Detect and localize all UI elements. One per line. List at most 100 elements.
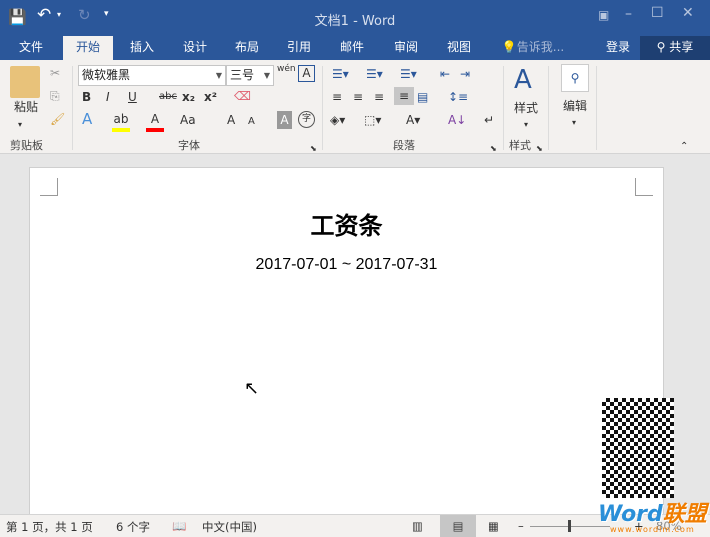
phonetic-guide-button[interactable]: wén [277, 64, 296, 74]
align-right-icon[interactable]: ≡ [374, 88, 384, 106]
tab-review[interactable]: 审阅 [384, 36, 428, 60]
justify-icon[interactable]: ≡ [394, 87, 414, 105]
zoom-slider-thumb[interactable] [568, 520, 571, 532]
text-direction-icon[interactable]: A▾ [406, 111, 420, 129]
tell-me-text: 告诉我... [516, 40, 565, 54]
paragraph-dialog-launcher-icon[interactable]: ⬊ [490, 140, 497, 158]
shrink-font-button[interactable]: A [248, 113, 255, 131]
highlight-color-button[interactable]: ab [112, 110, 130, 132]
copy-icon[interactable]: ⎘ [50, 87, 60, 105]
styles-icon[interactable]: A [514, 65, 532, 95]
font-name-combo[interactable]: 微软雅黑 ▼ [78, 65, 226, 86]
share-label: 共享 [669, 40, 694, 54]
share-button[interactable]: ⚲ 共享 [640, 36, 710, 60]
editing-button[interactable]: 编辑 [563, 97, 587, 115]
maximize-icon[interactable]: ☐ [651, 5, 664, 21]
divider [596, 66, 597, 150]
ribbon-tabs: 文件 开始 插入 设计 布局 引用 邮件 审阅 视图 💡告诉我... 登录 ⚲ … [0, 36, 710, 60]
font-size-combo[interactable]: 三号 ▼ [226, 65, 274, 86]
italic-button[interactable]: I [106, 88, 110, 106]
align-center-icon[interactable]: ≡ [353, 88, 363, 106]
document-date-range: 2017-07-01 ~ 2017-07-31 [255, 256, 438, 273]
title-bar: 💾 ↶ ▾ ↻ ▾ 文档1 - Word ▣ – ☐ ✕ [0, 0, 710, 36]
divider [322, 66, 323, 150]
sign-in-link[interactable]: 登录 [598, 36, 638, 60]
margin-mark [40, 178, 58, 196]
paste-button[interactable]: 粘贴 [10, 98, 42, 116]
show-marks-icon[interactable]: ↵ [484, 111, 494, 129]
cut-icon[interactable]: ✂ [50, 64, 60, 82]
sort-icon[interactable]: A↓ [448, 111, 466, 129]
tab-references[interactable]: 引用 [277, 36, 321, 60]
font-dialog-launcher-icon[interactable]: ⬊ [310, 140, 317, 158]
margin-mark [635, 178, 653, 196]
tab-home[interactable]: 开始 [63, 36, 113, 60]
collapse-ribbon-icon[interactable]: ⌃ [680, 138, 688, 156]
paragraph-group-label: 段落 [393, 139, 415, 152]
tab-file[interactable]: 文件 [8, 36, 54, 60]
ribbon-display-icon[interactable]: ▣ [598, 8, 609, 22]
borders-icon[interactable]: ⬚▾ [364, 111, 381, 129]
clipboard-icon[interactable] [10, 66, 40, 98]
editing-dropdown-icon[interactable]: ▾ [572, 114, 576, 132]
document-page[interactable]: 工资条 2017-07-01 ~ 2017-07-31 ↖ [29, 167, 674, 517]
paste-dropdown-icon[interactable]: ▾ [18, 116, 22, 134]
font-name-value: 微软雅黑 [82, 68, 131, 82]
chevron-down-icon[interactable]: ▼ [264, 66, 270, 85]
minimize-icon[interactable]: – [625, 6, 632, 22]
chevron-down-icon[interactable]: ▼ [216, 66, 222, 85]
styles-dropdown-icon[interactable]: ▾ [524, 116, 528, 134]
format-painter-icon[interactable]: 🖌 [50, 110, 65, 128]
zoom-out-icon[interactable]: – [518, 519, 524, 533]
enclose-characters-button[interactable]: 字 [298, 111, 315, 128]
ribbon: 粘贴 ▾ ✂ ⎘ 🖌 剪贴板 微软雅黑 ▼ 三号 ▼ wén A B I U abc… [0, 60, 710, 154]
multilevel-list-icon[interactable]: ☰▾ [400, 65, 417, 83]
increase-indent-icon[interactable]: ⇥ [460, 65, 470, 83]
line-spacing-icon[interactable]: ↕≡ [448, 88, 468, 106]
subscript-button[interactable]: x₂ [182, 88, 195, 106]
font-color-button[interactable]: A [146, 110, 164, 132]
tab-view[interactable]: 视图 [437, 36, 481, 60]
strikethrough-button[interactable]: abc [159, 88, 177, 106]
web-layout-icon[interactable]: ▦ [488, 519, 499, 533]
close-icon[interactable]: ✕ [682, 5, 694, 21]
divider [72, 66, 73, 150]
proofing-icon[interactable]: 📖 [172, 519, 186, 533]
word-count[interactable]: 6 个字 [116, 519, 150, 535]
divider [503, 66, 504, 150]
person-icon: ⚲ [656, 40, 666, 54]
character-border-button[interactable]: A [298, 65, 315, 82]
divider [548, 66, 549, 150]
numbering-icon[interactable]: ☰▾ [366, 65, 383, 83]
tab-design[interactable]: 设计 [173, 36, 217, 60]
text-effects-button[interactable]: A [82, 110, 92, 128]
distributed-icon[interactable]: ▤ [417, 88, 428, 106]
superscript-button[interactable]: x² [204, 88, 217, 106]
lightbulb-icon: 💡 [501, 40, 517, 54]
search-icon[interactable]: ⚲ [561, 64, 589, 92]
mouse-cursor-icon: ↖ [244, 378, 260, 399]
decrease-indent-icon[interactable]: ⇤ [440, 65, 450, 83]
tab-layout[interactable]: 布局 [225, 36, 269, 60]
clipboard-group-label: 剪贴板 [10, 139, 43, 152]
change-case-button[interactable]: Aa [180, 111, 196, 129]
print-layout-icon[interactable]: ▤ [440, 515, 476, 537]
align-left-icon[interactable]: ≡ [332, 88, 342, 106]
qr-code [602, 398, 674, 498]
character-shading-button[interactable]: A [277, 111, 292, 129]
tab-insert[interactable]: 插入 [120, 36, 164, 60]
underline-button[interactable]: U [128, 88, 137, 106]
page-count[interactable]: 第 1 页，共 1 页 [6, 519, 93, 535]
shading-icon[interactable]: ◈▾ [330, 111, 345, 129]
font-size-value: 三号 [230, 68, 255, 82]
bullets-icon[interactable]: ☰▾ [332, 65, 349, 83]
tab-mailings[interactable]: 邮件 [330, 36, 374, 60]
styles-dialog-launcher-icon[interactable]: ⬊ [536, 140, 543, 158]
styles-button[interactable]: 样式 [514, 99, 538, 117]
language[interactable]: 中文(中国) [202, 519, 257, 535]
read-mode-icon[interactable]: ▥ [412, 519, 423, 533]
tell-me-box[interactable]: 💡告诉我... [498, 36, 568, 60]
grow-font-button[interactable]: A [227, 111, 235, 129]
clear-formatting-icon[interactable]: ⌫ [234, 87, 251, 105]
bold-button[interactable]: B [82, 88, 91, 106]
